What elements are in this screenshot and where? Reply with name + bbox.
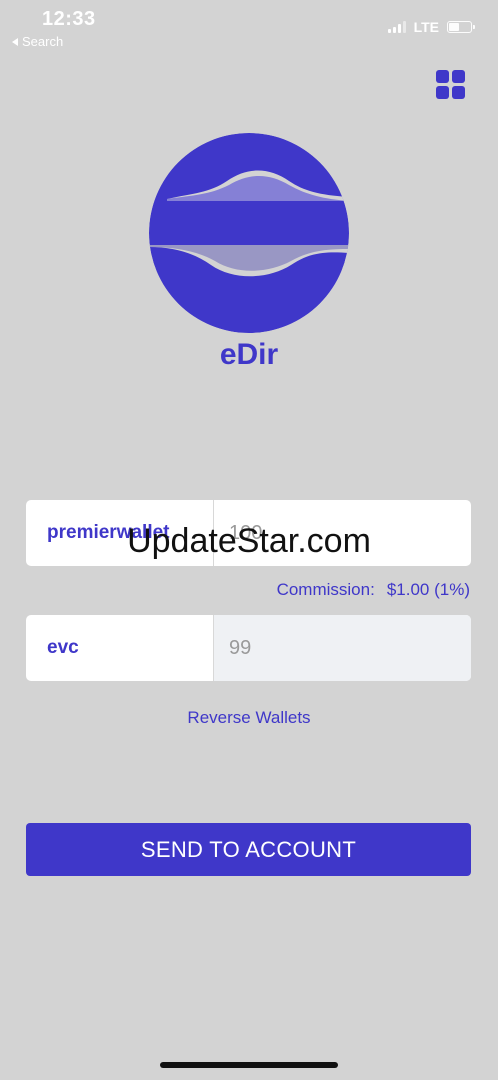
status-time: 12:33 — [42, 8, 96, 30]
to-wallet-row: evc 99 — [26, 615, 471, 681]
back-arrow-icon — [12, 37, 18, 46]
commission-label: Commission: — [276, 580, 375, 599]
send-to-account-button[interactable]: SEND TO ACCOUNT — [26, 823, 471, 876]
signal-icon — [387, 21, 406, 33]
edir-logo-icon — [149, 133, 349, 333]
back-to-app-button[interactable]: Search — [12, 34, 63, 49]
app-title: eDir — [219, 338, 279, 371]
commission-value: $1.00 (1%) — [386, 580, 470, 599]
to-amount-field: 99 — [214, 615, 471, 681]
commission-info: Commission: $1.00 (1%) — [277, 580, 470, 600]
from-wallet-row: premierwallet 100 — [26, 500, 471, 566]
back-app-label: Search — [22, 34, 64, 49]
app-screen: 12:33 Search LTE eDir premierwallet 100 — [0, 0, 498, 1080]
from-amount-input[interactable]: 100 — [214, 500, 471, 566]
network-label: LTE — [413, 19, 439, 35]
battery-icon — [447, 21, 475, 33]
reverse-wallets-link[interactable]: Reverse Wallets — [0, 708, 498, 728]
grid-menu-icon[interactable] — [436, 70, 465, 99]
status-indicators: LTE — [387, 19, 475, 35]
from-wallet-selector[interactable]: premierwallet — [26, 500, 213, 566]
to-wallet-selector[interactable]: evc — [26, 615, 213, 681]
home-indicator[interactable] — [160, 1062, 338, 1068]
